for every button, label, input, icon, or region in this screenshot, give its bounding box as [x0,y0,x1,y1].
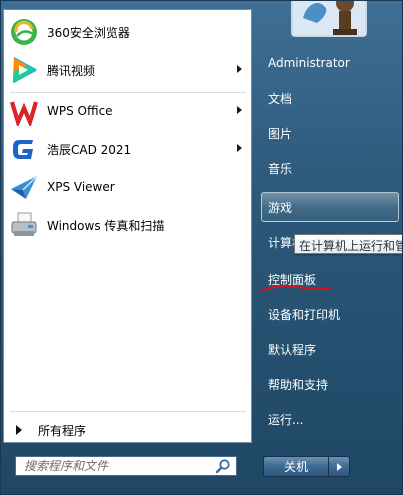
submenu-arrow-icon [237,144,242,152]
submenu-arrow-icon [237,106,242,114]
tooltip-text: 在计算机上运行和管 [299,239,403,253]
shutdown-group: 关机 [263,456,350,477]
program-item-wps-office[interactable]: WPS Office [5,94,250,128]
right-item-devices-printers[interactable]: 设备和打印机 [263,300,399,328]
right-item-music[interactable]: 音乐 [263,154,399,182]
start-menu: 360安全浏览器 腾讯视频 WPS Office 浩辰CAD 2021 XPS … [0,0,403,495]
program-item-gstarcad[interactable]: 浩辰CAD 2021 [5,132,250,166]
chevron-right-icon [336,462,342,471]
pinned-separator [10,92,246,93]
programs-panel: 360安全浏览器 腾讯视频 WPS Office 浩辰CAD 2021 XPS … [3,9,252,443]
right-item-label: 图片 [268,126,293,141]
expand-arrow-icon [16,425,22,435]
fax-scanner-icon [9,210,39,240]
right-item-pictures[interactable]: 图片 [263,119,399,147]
tencent-video-icon [9,55,39,85]
right-item-label: 文档 [268,91,293,106]
program-label: 浩辰CAD 2021 [47,142,132,157]
right-item-run[interactable]: 运行... [263,405,399,433]
right-item-help-support[interactable]: 帮助和支持 [263,370,399,398]
search-icon[interactable] [215,458,231,474]
program-label: Windows 传真和扫描 [47,218,165,233]
program-item-tencent-video[interactable]: 腾讯视频 [5,53,250,87]
right-item-documents[interactable]: 文档 [263,84,399,112]
browser-360-icon [9,17,39,47]
program-item-xps-viewer[interactable]: XPS Viewer [5,170,250,204]
wps-office-icon [9,96,39,126]
program-label: 360安全浏览器 [47,25,130,40]
program-label: 腾讯视频 [47,63,96,78]
search-input[interactable] [16,457,215,475]
right-item-label: 设备和打印机 [268,307,341,322]
all-programs-button[interactable]: 所有程序 [8,419,248,441]
right-item-label: 默认程序 [268,342,317,357]
shutdown-label: 关机 [283,460,308,474]
user-avatar[interactable] [291,1,367,37]
xps-viewer-icon [9,172,39,202]
right-item-label: 音乐 [268,161,293,176]
all-programs-separator [10,411,246,412]
program-label: WPS Office [47,104,113,118]
program-item-360-browser[interactable]: 360安全浏览器 [5,15,250,49]
submenu-arrow-icon [237,65,242,73]
program-label: XPS Viewer [47,180,115,194]
right-item-games[interactable]: 游戏 [261,192,399,222]
shutdown-options-button[interactable] [328,456,350,477]
right-item-label: 帮助和支持 [268,377,329,392]
right-item-label: 游戏 [268,200,293,215]
right-item-default-programs[interactable]: 默认程序 [263,335,399,363]
tooltip: 在计算机上运行和管 [294,234,403,254]
red-underline-annotation [260,285,332,292]
user-name-link[interactable]: Administrator [263,49,399,77]
right-item-label: 运行... [268,412,304,427]
program-item-fax-scan[interactable]: Windows 传真和扫描 [5,208,250,242]
gstarcad-icon [9,134,39,164]
all-programs-label: 所有程序 [38,423,87,438]
shutdown-button[interactable]: 关机 [263,456,328,477]
search-box[interactable] [15,456,237,476]
user-name: Administrator [268,56,350,70]
